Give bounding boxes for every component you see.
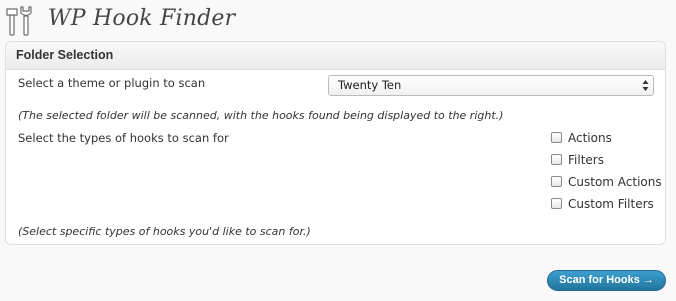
- custom-actions-checkbox[interactable]: [551, 176, 562, 187]
- custom-actions-label: Custom Actions: [568, 175, 662, 189]
- actions-label: Actions: [568, 131, 612, 145]
- select-value: Twenty Ten: [338, 78, 402, 92]
- theme-plugin-label: Select a theme or plugin to scan: [18, 76, 206, 90]
- actions-checkbox[interactable]: [551, 132, 562, 143]
- page-title: WP Hook Finder: [48, 6, 236, 31]
- tools-icon: [6, 6, 32, 36]
- custom-filters-label: Custom Filters: [568, 197, 654, 211]
- filters-checkbox[interactable]: [551, 154, 562, 165]
- theme-plugin-select[interactable]: Twenty Ten: [328, 75, 654, 96]
- select-arrows-icon: [642, 80, 649, 91]
- hook-types-label: Select the types of hooks to scan for: [18, 131, 229, 145]
- custom-filters-checkbox[interactable]: [551, 198, 562, 209]
- filters-label: Filters: [568, 153, 604, 167]
- folder-selection-panel: Folder Selection Select a theme or plugi…: [5, 41, 666, 245]
- scan-for-hooks-button[interactable]: Scan for Hooks →: [547, 270, 666, 291]
- panel-title: Folder Selection: [6, 42, 665, 70]
- page-header: WP Hook Finder: [0, 0, 676, 40]
- hook-types-note: (Select specific types of hooks you'd li…: [18, 225, 311, 238]
- select-note: (The selected folder will be scanned, wi…: [18, 109, 504, 122]
